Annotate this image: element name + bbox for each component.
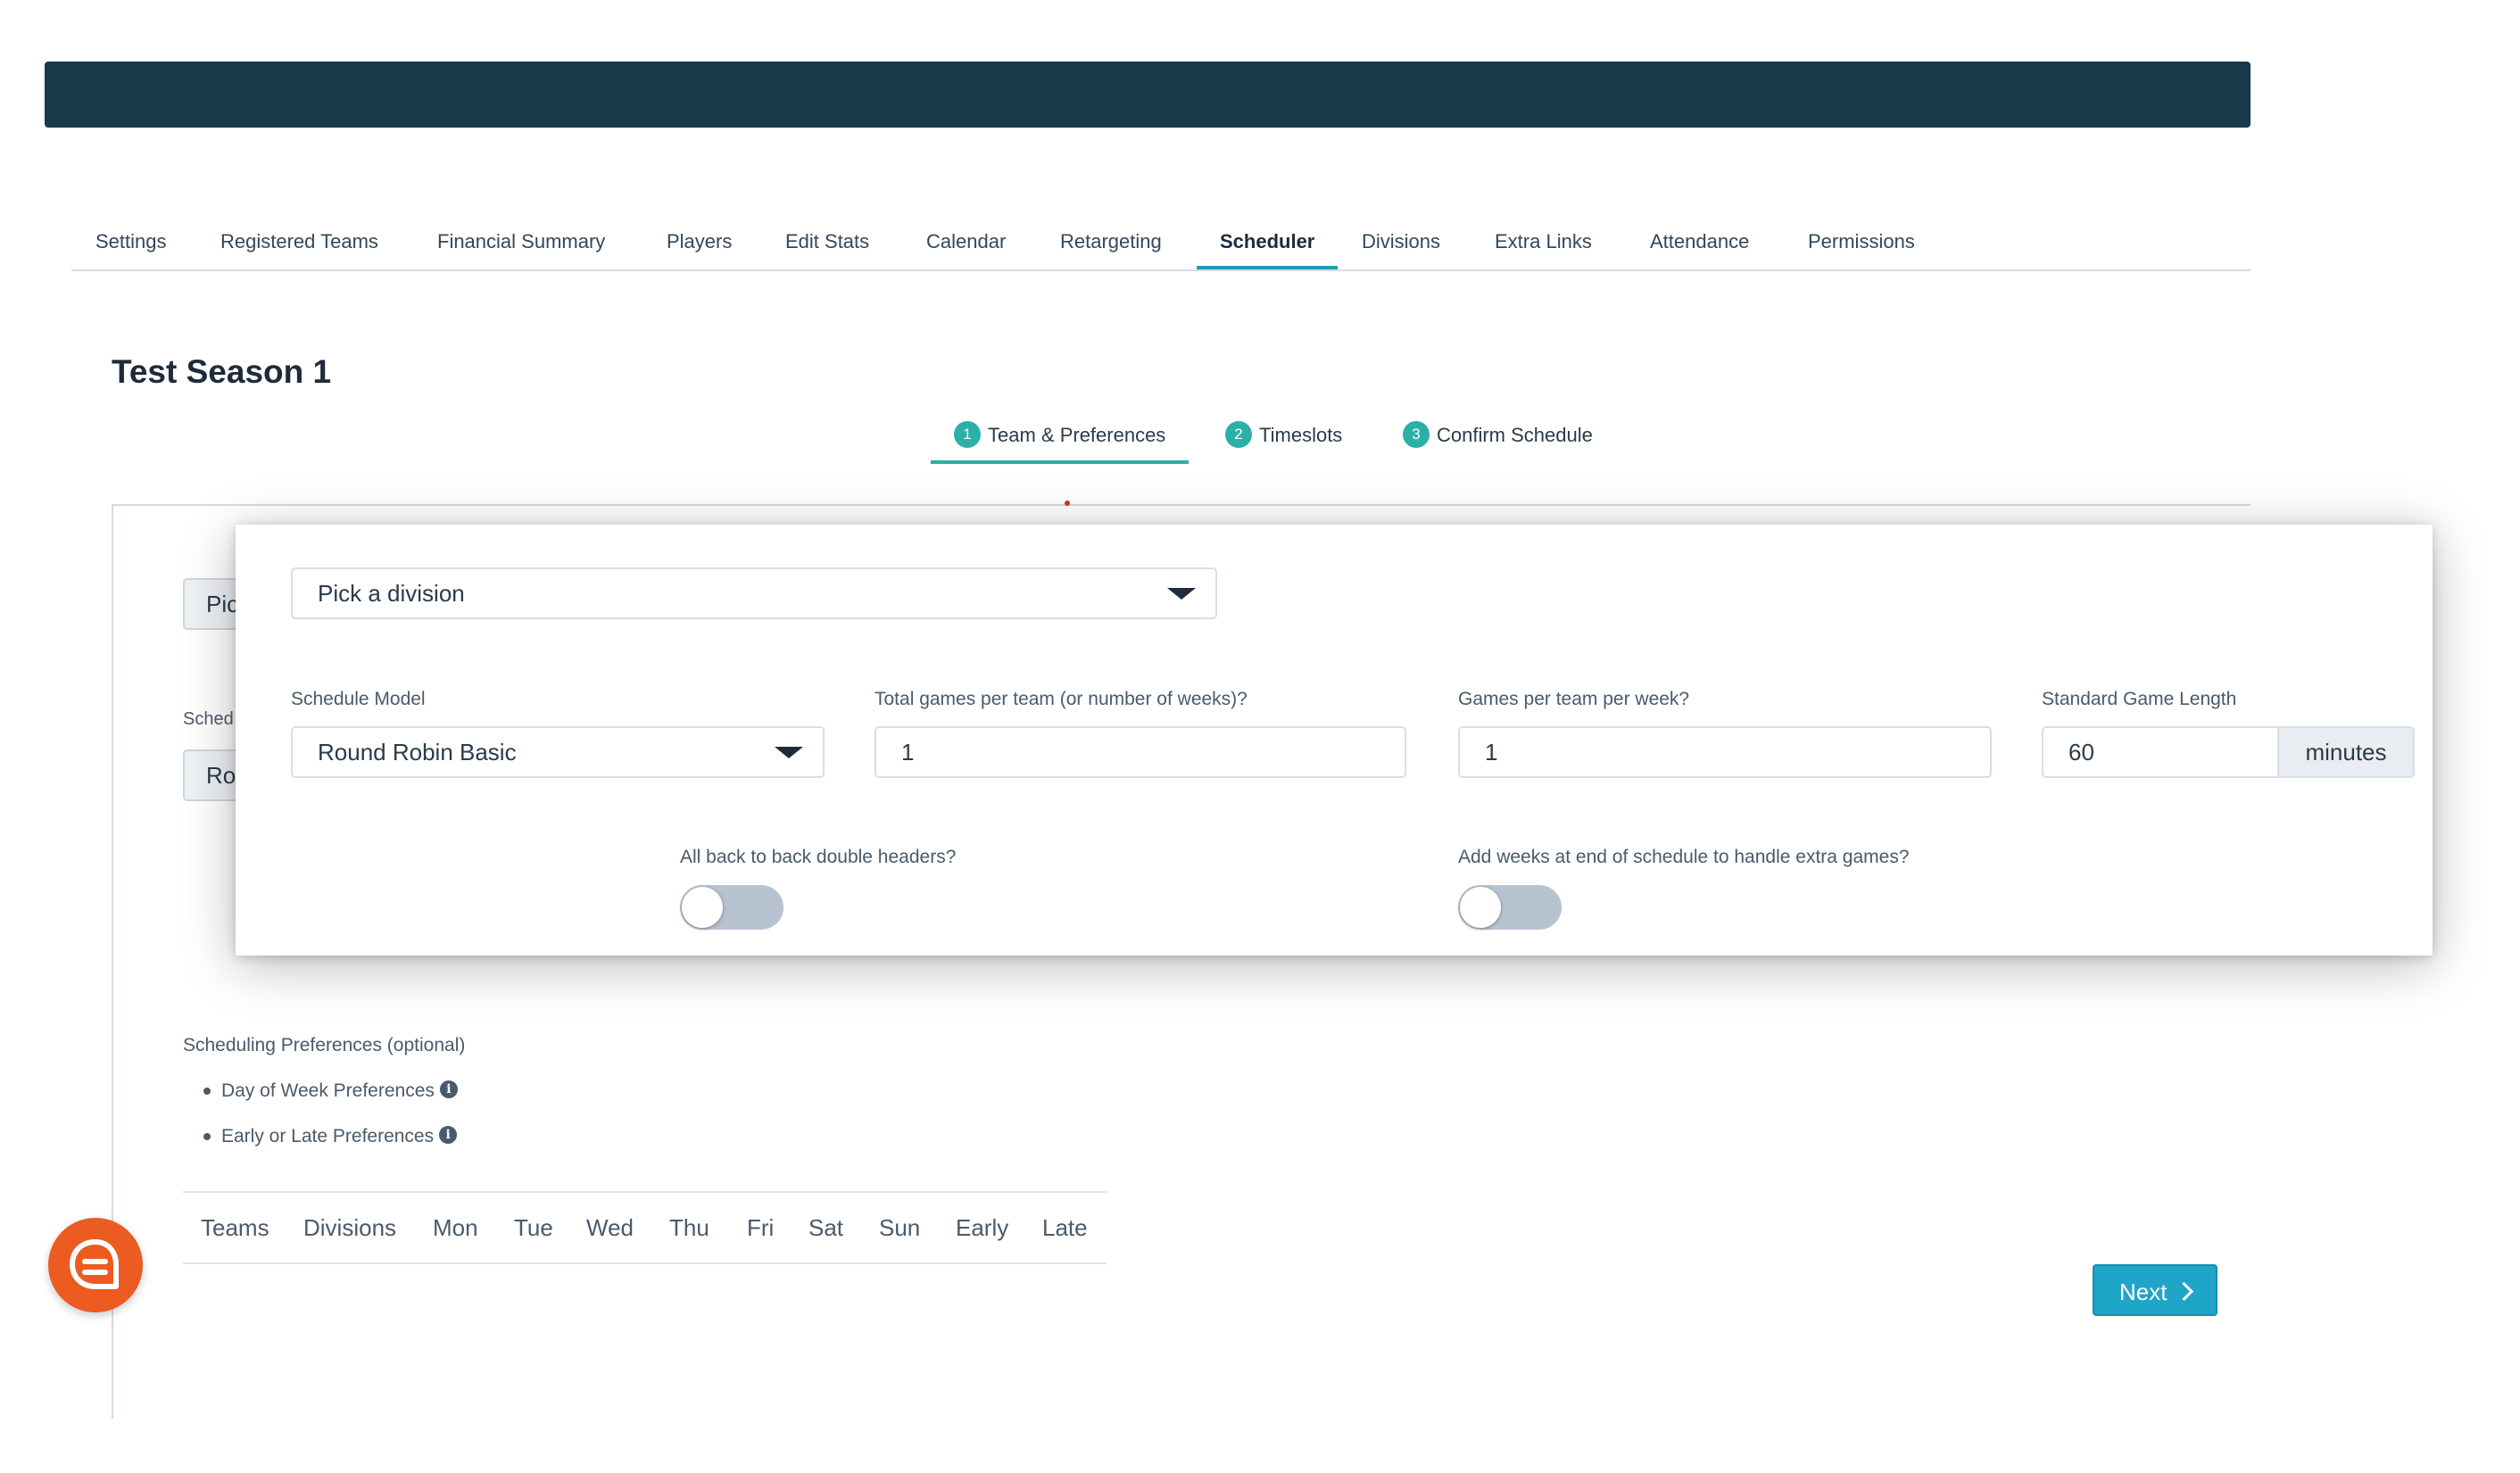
next-button-label: Next	[2119, 1279, 2168, 1305]
step-label: Confirm Schedule	[1437, 424, 1593, 446]
games-per-week-input[interactable]	[1458, 726, 1992, 778]
column-header-early: Early	[956, 1214, 1009, 1241]
scheduler-settings-card: Pick a division Schedule Model Round Rob…	[236, 525, 2433, 956]
page-title: Test Season 1	[112, 353, 332, 390]
tab-permissions[interactable]: Permissions	[1808, 214, 1915, 268]
tab-scheduler[interactable]: Scheduler	[1197, 214, 1339, 269]
double-headers-toggle[interactable]	[680, 885, 783, 930]
game-length-input[interactable]	[2042, 726, 2279, 778]
add-weeks-label: Add weeks at end of schedule to handle e…	[1458, 847, 1910, 867]
toggle-knob	[1460, 887, 1501, 928]
chat-bubble-icon	[70, 1239, 119, 1289]
column-header-late: Late	[1042, 1214, 1088, 1241]
schedule-model-value: Round Robin Basic	[318, 739, 517, 765]
column-header-teams: Teams	[201, 1214, 269, 1241]
step-number-badge: 2	[1225, 421, 1252, 449]
column-header-sat: Sat	[808, 1214, 844, 1241]
tab-registered-teams[interactable]: Registered Teams	[220, 214, 378, 268]
info-icon[interactable]: i	[439, 1126, 458, 1145]
column-header-divisions: Divisions	[303, 1214, 397, 1241]
preference-label: Early or Late Preferences	[221, 1126, 435, 1146]
tab-divisions[interactable]: Divisions	[1362, 214, 1440, 268]
red-dot-marker	[1065, 501, 1070, 506]
column-header-tue: Tue	[514, 1214, 553, 1241]
tab-calendar[interactable]: Calendar	[926, 214, 1006, 268]
division-select[interactable]: Pick a division	[291, 567, 1217, 619]
add-weeks-toggle[interactable]	[1458, 885, 1562, 930]
panel-border-top	[112, 504, 2251, 506]
total-games-input[interactable]	[875, 726, 1406, 778]
scheduling-preferences-title: Scheduling Preferences (optional)	[183, 1035, 466, 1055]
column-header-mon: Mon	[433, 1214, 478, 1241]
background-schedule-label: Sched	[183, 709, 234, 729]
early-late-preferences-item: Early or Late Preferences i	[203, 1126, 458, 1147]
column-header-wed: Wed	[586, 1214, 634, 1241]
preferences-table-header: Teams Divisions Mon Tue Wed Thu Fri Sat …	[183, 1191, 1107, 1264]
step-label: Team & Preferences	[988, 424, 1166, 446]
step-timeslots[interactable]: 2 Timeslots	[1225, 416, 1342, 460]
tab-extra-links[interactable]: Extra Links	[1495, 214, 1592, 268]
step-confirm-schedule[interactable]: 3 Confirm Schedule	[1403, 416, 1593, 460]
tab-attendance[interactable]: Attendance	[1650, 214, 1749, 268]
schedule-model-select[interactable]: Round Robin Basic	[291, 726, 825, 778]
tab-edit-stats[interactable]: Edit Stats	[785, 214, 869, 268]
schedule-model-label: Schedule Model	[291, 689, 426, 709]
bullet-icon	[203, 1088, 211, 1095]
chevron-down-icon	[1167, 588, 1196, 600]
tab-financial-summary[interactable]: Financial Summary	[437, 214, 605, 268]
tab-settings[interactable]: Settings	[95, 214, 167, 268]
column-header-fri: Fri	[747, 1214, 775, 1241]
main-tabs: Settings Registered Teams Financial Summ…	[71, 214, 2251, 271]
total-games-label: Total games per team (or number of weeks…	[875, 689, 1248, 709]
chat-button[interactable]	[48, 1218, 143, 1312]
step-team-preferences[interactable]: 1 Team & Preferences	[931, 416, 1190, 464]
top-header-bar	[45, 62, 2251, 128]
chevron-right-icon	[2174, 1281, 2194, 1302]
games-per-week-label: Games per team per week?	[1458, 689, 1690, 709]
step-label: Timeslots	[1259, 424, 1343, 446]
day-of-week-preferences-item: Day of Week Preferences i	[203, 1080, 458, 1102]
next-button[interactable]: Next	[2093, 1264, 2217, 1316]
chevron-down-icon	[775, 747, 803, 758]
tab-players[interactable]: Players	[667, 214, 732, 268]
division-select-value: Pick a division	[318, 580, 465, 607]
bullet-icon	[203, 1133, 211, 1140]
preference-label: Day of Week Preferences	[221, 1080, 435, 1101]
info-icon[interactable]: i	[439, 1080, 458, 1099]
step-number-badge: 3	[1403, 421, 1430, 449]
step-number-badge: 1	[954, 421, 981, 449]
minutes-addon: minutes	[2279, 726, 2415, 778]
game-length-label: Standard Game Length	[2042, 689, 2237, 709]
double-headers-label: All back to back double headers?	[680, 847, 957, 867]
column-header-sun: Sun	[879, 1214, 921, 1241]
column-header-thu: Thu	[669, 1214, 709, 1241]
toggle-knob	[682, 887, 723, 928]
tab-retargeting[interactable]: Retargeting	[1060, 214, 1162, 268]
